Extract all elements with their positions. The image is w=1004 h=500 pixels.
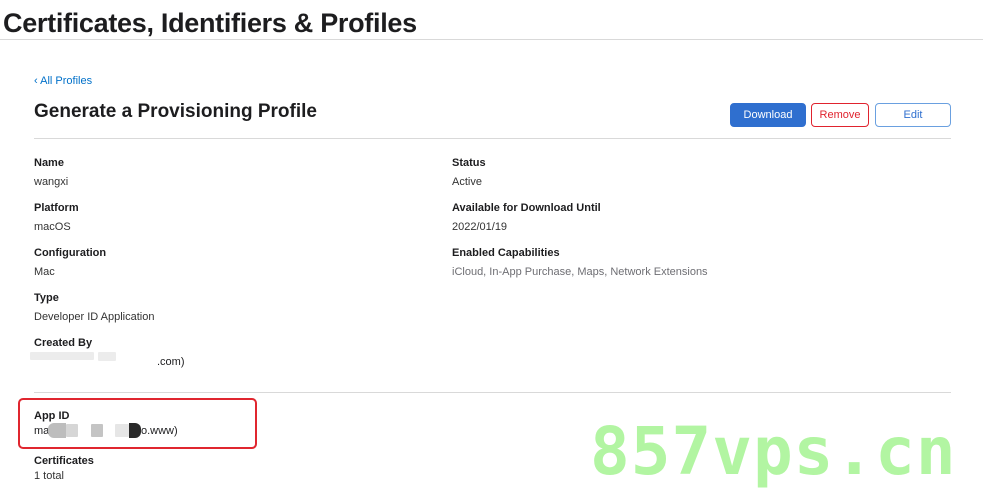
app-id-highlight-box [18, 398, 257, 449]
type-label: Type [34, 292, 59, 304]
type-field: Type Developer ID Application [34, 291, 154, 324]
configuration-value: Mac [34, 266, 55, 278]
title-divider [0, 39, 983, 40]
download-button[interactable]: Download [730, 103, 806, 127]
type-value: Developer ID Application [34, 311, 155, 323]
name-field: Name wangxi [34, 156, 68, 189]
header-divider [34, 138, 951, 139]
created-by-field: Created By [34, 336, 92, 350]
expiry-field: Available for Download Until 2022/01/19 [452, 201, 601, 234]
remove-button[interactable]: Remove [811, 103, 869, 127]
certificates-label: Certificates [34, 455, 94, 467]
watermark: 857vps.cn [590, 413, 957, 490]
edit-button[interactable]: Edit [875, 103, 951, 127]
certificates-field: Certificates 1 total [34, 454, 94, 483]
redaction-mask [30, 352, 94, 360]
created-by-label: Created By [34, 337, 93, 349]
platform-value: macOS [34, 221, 71, 233]
profile-heading: Generate a Provisioning Profile [34, 101, 317, 122]
platform-field: Platform macOS [34, 201, 79, 234]
configuration-label: Configuration [34, 247, 107, 259]
platform-label: Platform [34, 202, 79, 214]
configuration-field: Configuration Mac [34, 246, 106, 279]
name-label: Name [34, 157, 64, 169]
certificates-value: 1 total [34, 470, 64, 482]
redaction-mask [98, 352, 116, 361]
status-field: Status Active [452, 156, 486, 189]
expiry-label: Available for Download Until [452, 202, 601, 214]
section-divider [34, 392, 951, 393]
capabilities-value: iCloud, In-App Purchase, Maps, Network E… [452, 266, 708, 278]
page-title: Certificates, Identifiers & Profiles [3, 8, 417, 38]
created-by-value: .com) [157, 356, 185, 368]
capabilities-label: Enabled Capabilities [452, 247, 560, 259]
expiry-value: 2022/01/19 [452, 221, 508, 233]
name-value: wangxi [34, 176, 69, 188]
capabilities-field: Enabled Capabilities iCloud, In-App Purc… [452, 246, 708, 279]
all-profiles-back-link[interactable]: ‹ All Profiles [34, 74, 92, 88]
status-value: Active [452, 176, 482, 188]
status-label: Status [452, 157, 486, 169]
